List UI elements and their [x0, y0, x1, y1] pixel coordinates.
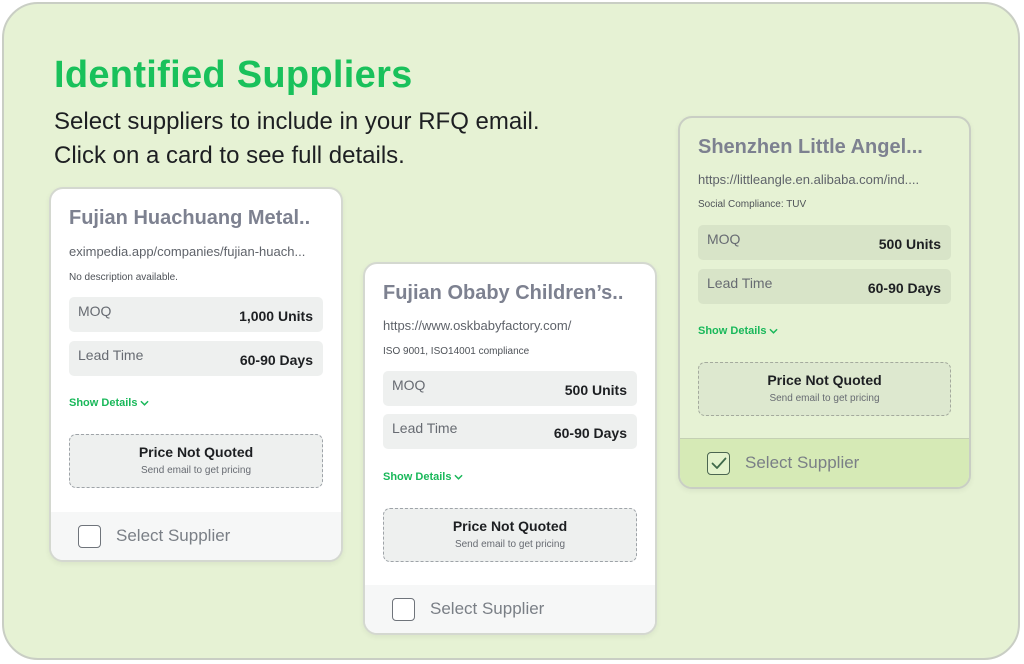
lead-time-value: 60-90 Days	[867, 280, 941, 296]
select-supplier-toggle[interactable]: Select Supplier	[680, 438, 969, 487]
moq-value: 1,000 Units	[239, 308, 313, 324]
chevron-down-icon	[769, 328, 779, 334]
lead-time-value: 60-90 Days	[239, 352, 313, 368]
lead-time-label: Lead Time	[78, 347, 144, 363]
moq-label: MOQ	[707, 231, 741, 247]
supplier-url[interactable]: https://littleangle.en.alibaba.com/ind..…	[698, 172, 955, 187]
select-checkbox[interactable]	[392, 597, 415, 621]
select-supplier-toggle[interactable]: Select Supplier	[51, 512, 341, 560]
price-hint: Send email to get pricing	[769, 393, 880, 404]
supplier-description: No description available.	[69, 272, 178, 283]
moq-label: MOQ	[78, 303, 112, 319]
lead-time-label: Lead Time	[707, 275, 773, 291]
show-details-label: Show Details	[383, 471, 452, 483]
select-checkbox-checked[interactable]	[707, 451, 730, 475]
price-not-quoted-box: Price Not Quoted Send email to get prici…	[69, 434, 323, 488]
select-checkbox[interactable]	[78, 524, 101, 548]
instruction-line-1: Select suppliers to include in your RFQ …	[54, 108, 540, 135]
supplier-card-selected[interactable]: Shenzhen Little Angel... https://littlea…	[678, 116, 971, 489]
lead-time-row: Lead Time 60-90 Days	[383, 414, 637, 449]
supplier-card[interactable]: Fujian Obaby Children’s.. https://www.os…	[363, 262, 657, 635]
supplier-card[interactable]: Fujian Huachuang Metal.. eximpedia.app/c…	[49, 187, 343, 562]
show-details-label: Show Details	[69, 397, 138, 409]
moq-row: MOQ 500 Units	[383, 371, 637, 406]
price-hint: Send email to get pricing	[454, 539, 566, 550]
page-title: Identified Suppliers	[54, 54, 413, 96]
supplier-url[interactable]: eximpedia.app/companies/fujian-huach...	[69, 244, 327, 259]
price-status: Price Not Quoted	[452, 518, 568, 534]
supplier-name: Fujian Obaby Children’s..	[383, 282, 624, 304]
show-details-link[interactable]: Show Details	[383, 471, 464, 483]
supplier-name: Fujian Huachuang Metal..	[69, 207, 311, 229]
supplier-name: Shenzhen Little Angel...	[698, 136, 923, 158]
moq-label: MOQ	[392, 377, 426, 393]
show-details-link[interactable]: Show Details	[698, 325, 779, 337]
moq-row: MOQ 1,000 Units	[69, 297, 323, 332]
show-details-link[interactable]: Show Details	[69, 397, 150, 409]
price-status: Price Not Quoted	[767, 372, 882, 388]
price-not-quoted-box: Price Not Quoted Send email to get prici…	[383, 508, 637, 562]
select-supplier-label: Select Supplier	[745, 453, 860, 472]
lead-time-value: 60-90 Days	[553, 425, 627, 441]
checkmark-icon	[711, 457, 726, 469]
select-supplier-toggle[interactable]: Select Supplier	[365, 585, 655, 633]
select-supplier-label: Select Supplier	[116, 526, 231, 545]
moq-value: 500 Units	[878, 236, 941, 252]
select-supplier-label: Select Supplier	[430, 599, 545, 618]
chevron-down-icon	[454, 474, 464, 480]
supplier-description: Social Compliance: TUV	[698, 199, 807, 210]
price-not-quoted-box: Price Not Quoted Send email to get prici…	[698, 362, 951, 416]
supplier-description: ISO 9001, ISO14001 compliance	[383, 346, 530, 357]
price-hint: Send email to get pricing	[140, 465, 252, 476]
price-status: Price Not Quoted	[138, 444, 254, 460]
supplier-url[interactable]: https://www.oskbabyfactory.com/	[383, 318, 641, 333]
moq-row: MOQ 500 Units	[698, 225, 951, 260]
lead-time-row: Lead Time 60-90 Days	[698, 269, 951, 304]
moq-value: 500 Units	[564, 382, 627, 398]
lead-time-label: Lead Time	[392, 420, 458, 436]
chevron-down-icon	[140, 400, 150, 406]
instruction-line-2: Click on a card to see full details.	[54, 142, 405, 169]
lead-time-row: Lead Time 60-90 Days	[69, 341, 323, 376]
show-details-label: Show Details	[698, 325, 767, 337]
